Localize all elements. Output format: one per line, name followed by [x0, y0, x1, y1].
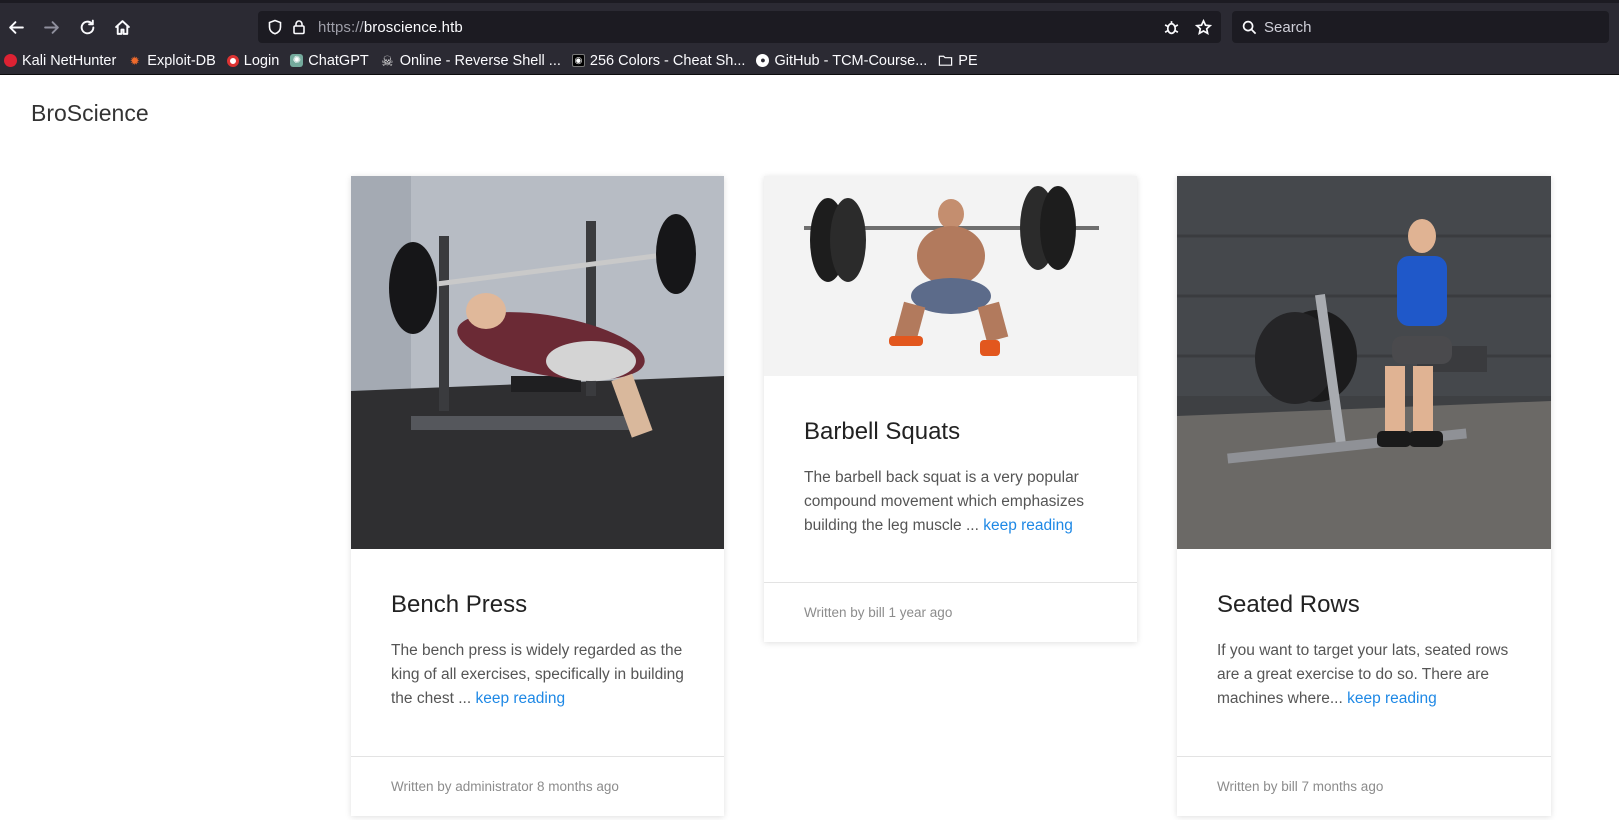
reload-button[interactable] [72, 12, 102, 42]
bookmark-folder-pe[interactable]: PE [938, 52, 978, 69]
bookmark-reverse-shell[interactable]: ☠ Online - Reverse Shell ... [380, 53, 561, 69]
keep-reading-link[interactable]: keep reading [983, 517, 1073, 534]
bookmark-github[interactable]: ● GitHub - TCM-Course... [756, 53, 927, 69]
back-button[interactable] [1, 12, 31, 42]
bookmark-exploit-db[interactable]: ✹ Exploit-DB [127, 53, 216, 69]
arrow-left-icon [8, 20, 24, 34]
post-image-bench-press[interactable] [351, 176, 724, 549]
colors-icon: ◉ [571, 54, 585, 67]
keep-reading-link[interactable]: keep reading [1347, 690, 1437, 707]
arrow-right-icon [43, 20, 59, 34]
bookmark-kali-nethunter[interactable]: Kali NetHunter [4, 53, 116, 69]
bookmark-label: Exploit-DB [147, 52, 216, 69]
bookmark-label: GitHub - TCM-Course... [774, 52, 928, 69]
post-card: Bench Press The bench press is widely re… [351, 176, 724, 816]
bookmark-256-colors[interactable]: ◉ 256 Colors - Cheat Sh... [571, 52, 746, 69]
site-brand[interactable]: BroScience [31, 100, 149, 127]
post-image-barbell-squats[interactable] [764, 176, 1137, 376]
url-text[interactable]: https://broscience.htb [318, 19, 463, 36]
post-excerpt: If you want to target your lats, seated … [1217, 639, 1511, 711]
skull-icon: ☠ [380, 52, 394, 69]
post-card: Barbell Squats The barbell back squat is… [764, 176, 1137, 642]
search-input[interactable] [1264, 18, 1584, 36]
post-meta: Written by administrator 8 months ago [351, 756, 724, 816]
github-icon: ● [756, 54, 770, 67]
bookmark-label: ChatGPT [308, 52, 369, 69]
bookmark-label: PE [958, 52, 978, 69]
bookmark-star-icon[interactable] [1193, 17, 1213, 37]
extension-bug-icon[interactable] [1161, 17, 1181, 37]
forward-button[interactable] [36, 12, 66, 42]
lock-icon[interactable] [290, 18, 308, 36]
folder-icon [938, 53, 953, 68]
browser-toolbar: https://broscience.htb [0, 0, 1619, 47]
login-icon [226, 54, 239, 67]
keep-reading-link[interactable]: keep reading [475, 690, 565, 707]
barbell-squats-photo [764, 176, 1137, 376]
post-title[interactable]: Barbell Squats [804, 418, 1097, 446]
search-icon [1242, 20, 1257, 34]
post-excerpt: The bench press is widely regarded as th… [391, 639, 684, 711]
seated-rows-photo [1177, 176, 1551, 549]
bookmark-label: Kali NetHunter [22, 52, 117, 69]
post-title[interactable]: Seated Rows [1217, 591, 1511, 619]
post-excerpt: The barbell back squat is a very popular… [804, 466, 1097, 538]
home-icon [114, 19, 130, 35]
post-image-seated-rows[interactable] [1177, 176, 1551, 549]
bookmark-label: Online - Reverse Shell ... [399, 52, 561, 69]
post-meta: Written by bill 1 year ago [764, 582, 1137, 642]
bookmark-login[interactable]: Login [226, 52, 280, 69]
post-title[interactable]: Bench Press [391, 591, 684, 619]
bookmark-label: Login [243, 52, 280, 69]
shield-icon[interactable] [266, 18, 284, 36]
bookmark-label: 256 Colors - Cheat Sh... [589, 52, 746, 69]
bench-press-photo [351, 176, 724, 549]
bookmark-chatgpt[interactable]: ✺ ChatGPT [290, 52, 369, 69]
home-button[interactable] [107, 12, 137, 42]
search-bar[interactable] [1232, 11, 1609, 43]
kali-icon [4, 54, 17, 67]
reload-icon [80, 19, 94, 34]
post-meta: Written by bill 7 months ago [1177, 756, 1551, 816]
url-protocol: https:// [318, 18, 364, 36]
bookmarks-toolbar: Kali NetHunter ✹ Exploit-DB Login ✺ Chat… [0, 47, 1619, 75]
address-bar[interactable]: https://broscience.htb [258, 11, 1221, 43]
url-host: broscience.htb [363, 18, 463, 36]
exploitdb-icon: ✹ [129, 53, 140, 68]
post-card: Seated Rows If you want to target your l… [1177, 176, 1551, 816]
chatgpt-icon: ✺ [290, 54, 304, 67]
